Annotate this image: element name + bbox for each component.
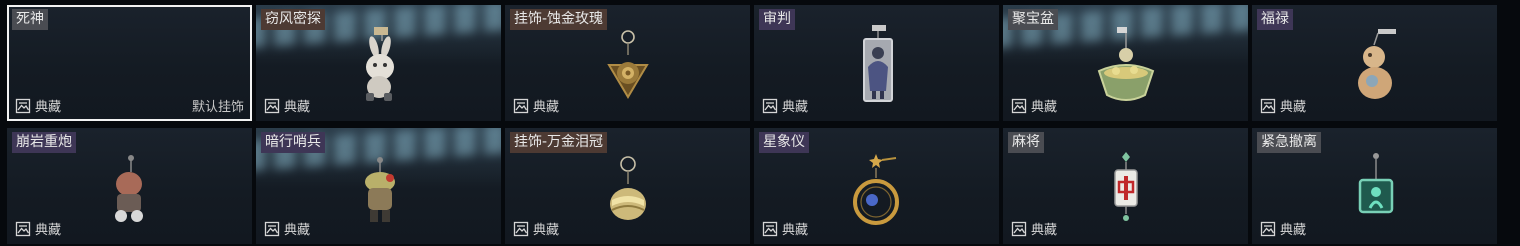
- collection-tag: 典藏: [762, 219, 808, 238]
- charm-card-rock-cannon[interactable]: 崩岩重炮 典藏: [7, 128, 252, 244]
- judgment-card-charm-icon: [862, 25, 893, 102]
- collection-label: 典藏: [284, 100, 311, 115]
- jade-tile-charm-icon: [1358, 153, 1393, 214]
- charm-card-emergency-evac[interactable]: 紧急撤离 典藏: [1252, 128, 1497, 244]
- gold-crown-charm-icon: [609, 156, 646, 220]
- charm-name: 麻将: [1008, 132, 1044, 153]
- gourd-charm-icon: [1357, 29, 1396, 99]
- charm-card-gold-rose[interactable]: 挂饰-蚀金玫瑰 典藏: [505, 5, 750, 121]
- charm-name: 聚宝盆: [1008, 9, 1058, 30]
- collection-icon: [15, 221, 31, 237]
- collection-icon: [513, 221, 529, 237]
- collection-label: 典藏: [782, 100, 809, 115]
- charm-name: 挂饰-蚀金玫瑰: [510, 9, 608, 30]
- charm-card-death[interactable]: 死神 典藏 默认挂饰: [7, 5, 252, 121]
- mahjong-tile-charm-icon: [1113, 152, 1138, 221]
- collection-tag: 典藏: [264, 96, 310, 115]
- collection-tag: 典藏: [1260, 219, 1306, 238]
- collection-label: 典藏: [35, 223, 62, 238]
- collection-tag: 典藏: [1011, 219, 1057, 238]
- collection-icon: [513, 98, 529, 114]
- collection-label: 典藏: [1280, 100, 1307, 115]
- collection-label: 典藏: [1031, 223, 1058, 238]
- default-charm-label: 默认挂饰: [191, 100, 244, 115]
- collection-label: 典藏: [533, 100, 560, 115]
- charm-card-judgment[interactable]: 审判 典藏: [754, 5, 999, 121]
- charm-card-treasure-bowl[interactable]: 聚宝盆 典藏: [1003, 5, 1248, 121]
- charm-card-fortune[interactable]: 福禄 典藏: [1252, 5, 1497, 121]
- collection-tag: 典藏: [513, 219, 559, 238]
- gold-rose-charm-icon: [606, 30, 649, 99]
- collection-icon: [264, 221, 280, 237]
- collection-tag: 典藏: [1011, 96, 1057, 115]
- charm-card-wind-spy[interactable]: 窃风密探 典藏: [256, 5, 501, 121]
- treasure-bowl-charm-icon: [1097, 27, 1154, 101]
- collection-label: 典藏: [1031, 100, 1058, 115]
- collection-icon: [1011, 221, 1027, 237]
- collection-icon: [1011, 98, 1027, 114]
- collection-label: 典藏: [1280, 223, 1307, 238]
- collection-label: 典藏: [35, 100, 62, 115]
- charm-card-astrolabe[interactable]: 星象仪 典藏: [754, 128, 999, 244]
- collection-tag: 典藏: [15, 219, 61, 238]
- collection-label: 典藏: [533, 223, 560, 238]
- collection-icon: [1260, 221, 1276, 237]
- charm-name: 挂饰-万金泪冠: [510, 132, 608, 153]
- charm-card-mahjong[interactable]: 麻将 典藏: [1003, 128, 1248, 244]
- collection-tag: 典藏: [762, 96, 808, 115]
- collection-icon: [762, 98, 778, 114]
- sentinel-charm-icon: [364, 157, 395, 222]
- charm-name: 死神: [12, 9, 48, 30]
- collection-icon: [762, 221, 778, 237]
- rabbit-charm-icon: [365, 27, 394, 101]
- collection-tag: 典藏: [264, 219, 310, 238]
- charm-name: 星象仪: [759, 132, 809, 153]
- collection-tag: 典藏: [1260, 96, 1306, 115]
- collection-label: 典藏: [284, 223, 311, 238]
- charm-grid: 死神 典藏 默认挂饰 窃风密探 典藏 挂饰-蚀金玫瑰 典藏 审判 典藏 聚宝盆 …: [7, 5, 1497, 244]
- collection-tag: 典藏: [15, 96, 61, 115]
- charm-name: 紧急撤离: [1257, 132, 1321, 153]
- charm-name: 福禄: [1257, 9, 1293, 30]
- charm-card-gold-crown[interactable]: 挂饰-万金泪冠 典藏: [505, 128, 750, 244]
- charm-name: 暗行哨兵: [261, 132, 325, 153]
- collection-icon: [264, 98, 280, 114]
- collection-label: 典藏: [782, 223, 809, 238]
- charm-name: 崩岩重炮: [12, 132, 76, 153]
- mushroom-cannon-charm-icon: [114, 155, 143, 222]
- charm-card-dark-sentinel[interactable]: 暗行哨兵 典藏: [256, 128, 501, 244]
- charm-name: 窃风密探: [261, 9, 325, 30]
- astrolabe-charm-icon: [852, 154, 899, 225]
- charm-name: 审判: [759, 9, 795, 30]
- collection-tag: 典藏: [513, 96, 559, 115]
- collection-icon: [15, 98, 31, 114]
- collection-icon: [1260, 98, 1276, 114]
